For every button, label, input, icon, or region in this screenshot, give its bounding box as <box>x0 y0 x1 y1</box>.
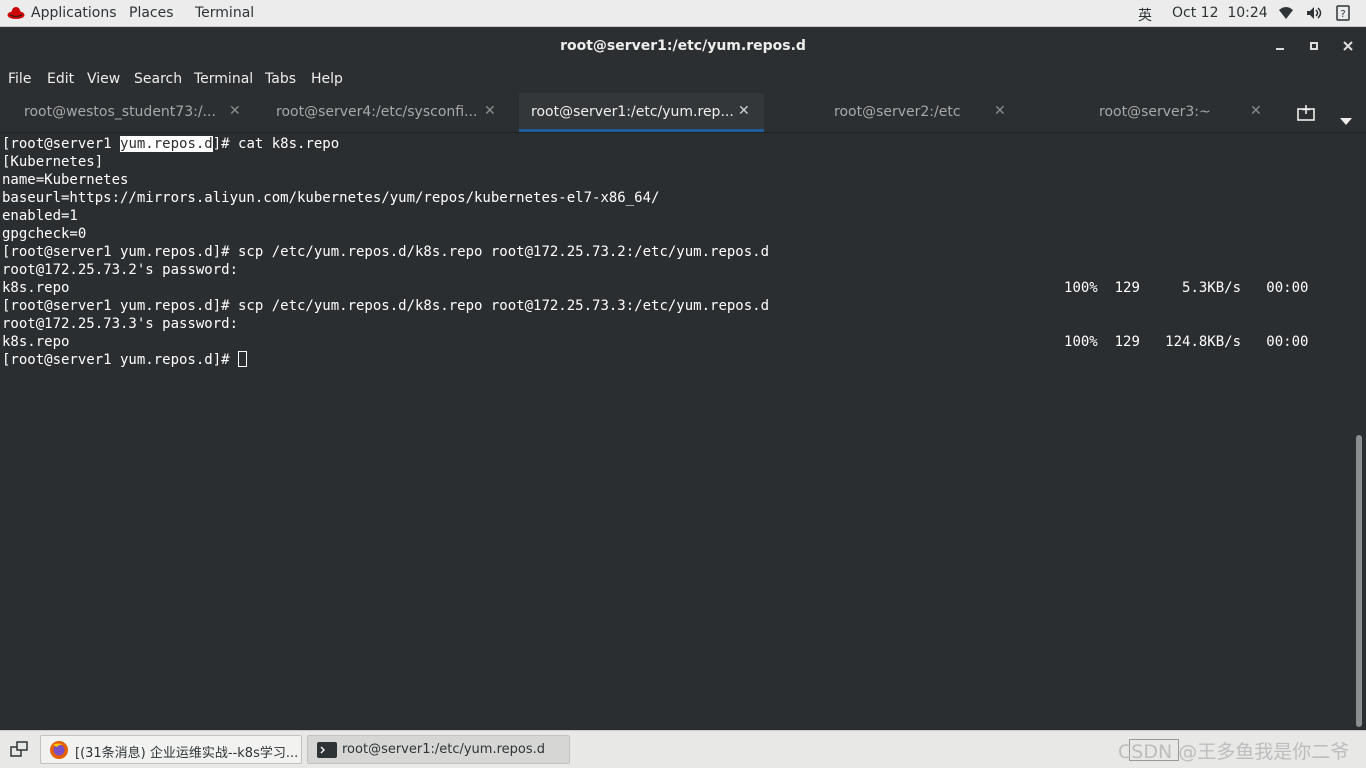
tab-server3[interactable]: root@server3:~ ✕ <box>1026 93 1282 132</box>
terminal-line: name=Kubernetes <box>2 172 129 188</box>
tab-server1[interactable]: root@server1:/etc/yum.rep... ✕ <box>519 93 764 132</box>
terminal-line: gpgcheck=0 <box>2 226 87 242</box>
terminal-line: k8s.repo 100% 129 124.8KB/s 00:00 <box>2 334 1343 350</box>
taskbar-terminal[interactable]: root@server1:/etc/yum.repos.d <box>307 735 570 764</box>
menu-tabs[interactable]: Tabs <box>265 71 296 87</box>
new-tab-icon[interactable] <box>1297 105 1315 125</box>
places-menu[interactable]: Places <box>129 5 174 21</box>
tab-label: root@server2:/etc <box>834 104 961 120</box>
menu-terminal[interactable]: Terminal <box>194 71 253 87</box>
window-title: root@server1:/etc/yum.repos.d <box>560 38 806 54</box>
terminal-line: [root@server1 yum.repos.d]# scp /etc/yum… <box>2 298 770 314</box>
clock[interactable]: Oct 12 10:24 <box>1172 5 1268 21</box>
tab-label: root@server3:~ <box>1099 104 1211 120</box>
menu-bar: File Edit View Search Terminal Tabs Help <box>0 65 1366 93</box>
menu-search[interactable]: Search <box>134 71 182 87</box>
terminal-line: k8s.repo 100% 129 5.3KB/s 00:00 <box>2 280 1343 296</box>
tab-label: root@westos_student73:/... <box>24 104 216 120</box>
taskbar-label: root@server1:/etc/yum.repos.d <box>342 742 546 757</box>
terminal-line: enabled=1 <box>2 208 78 224</box>
menu-file[interactable]: File <box>8 71 31 87</box>
menu-edit[interactable]: Edit <box>47 71 74 87</box>
taskbar-firefox[interactable]: [(31条消息) 企业运维实战--k8s学习... <box>40 735 302 764</box>
menu-view[interactable]: View <box>87 71 120 87</box>
tab-close-icon[interactable]: ✕ <box>1250 103 1262 119</box>
window-titlebar[interactable]: root@server1:/etc/yum.repos.d <box>0 27 1366 65</box>
tab-westos-student73[interactable]: root@westos_student73:/... ✕ <box>0 93 258 132</box>
menu-help[interactable]: Help <box>311 71 343 87</box>
input-method-indicator[interactable]: 英 <box>1138 5 1152 25</box>
system-status-icon[interactable]: ? <box>1336 5 1350 25</box>
terminal-app-menu[interactable]: Terminal <box>195 5 254 21</box>
show-desktop-icon[interactable] <box>10 741 28 761</box>
applications-menu[interactable]: Applications <box>31 5 117 21</box>
tab-close-icon[interactable]: ✕ <box>738 103 750 119</box>
tab-server2[interactable]: root@server2:/etc ✕ <box>764 93 1026 132</box>
csdn-watermark: CSDN @王多鱼我是你二爷 <box>1118 741 1350 763</box>
volume-icon[interactable] <box>1306 6 1324 24</box>
scrollbar-thumb[interactable] <box>1356 435 1362 727</box>
gnome-top-bar: Applications Places Terminal 英 Oct 12 10… <box>0 0 1366 27</box>
tab-close-icon[interactable]: ✕ <box>994 103 1006 119</box>
terminal-line: root@172.25.73.2's password: <box>2 262 247 278</box>
terminal-cursor <box>238 351 248 367</box>
tab-label: root@server4:/etc/sysconfi... <box>276 104 478 120</box>
maximize-button[interactable] <box>1304 36 1324 56</box>
terminal-scrollbar[interactable] <box>1352 133 1366 730</box>
redhat-logo-icon <box>7 6 25 24</box>
terminal-line: [root@server1 yum.repos.d]# scp /etc/yum… <box>2 244 770 260</box>
tab-label: root@server1:/etc/yum.rep... <box>531 104 734 120</box>
taskbar-label: [(31条消息) 企业运维实战--k8s学习... <box>75 746 299 761</box>
close-icon[interactable] <box>1338 36 1358 56</box>
terminal-line: [root@server1 yum.repos.d]# cat k8s.repo <box>2 136 340 152</box>
terminal-output[interactable]: [root@server1 yum.repos.d]# cat k8s.repo… <box>0 133 1352 730</box>
terminal-line: baseurl=https://mirrors.aliyun.com/kuber… <box>2 190 660 206</box>
terminal-icon <box>317 742 337 762</box>
selected-text: yum.repos.d <box>120 136 213 152</box>
firefox-icon <box>49 740 69 764</box>
tab-close-icon[interactable]: ✕ <box>484 103 496 119</box>
terminal-line: [Kubernetes] <box>2 154 104 170</box>
wifi-icon[interactable] <box>1278 6 1294 24</box>
terminal-line: root@172.25.73.3's password: <box>2 316 247 332</box>
tab-list-dropdown-icon[interactable] <box>1340 110 1352 129</box>
minimize-button[interactable] <box>1270 36 1290 56</box>
tab-bar: root@westos_student73:/... ✕ root@server… <box>0 93 1366 133</box>
tab-close-icon[interactable]: ✕ <box>229 103 241 119</box>
tab-server4[interactable]: root@server4:/etc/sysconfi... ✕ <box>258 93 518 132</box>
active-tab-indicator <box>519 129 764 132</box>
terminal-prompt[interactable]: [root@server1 yum.repos.d]# <box>2 351 248 369</box>
svg-text:?: ? <box>1340 9 1345 20</box>
